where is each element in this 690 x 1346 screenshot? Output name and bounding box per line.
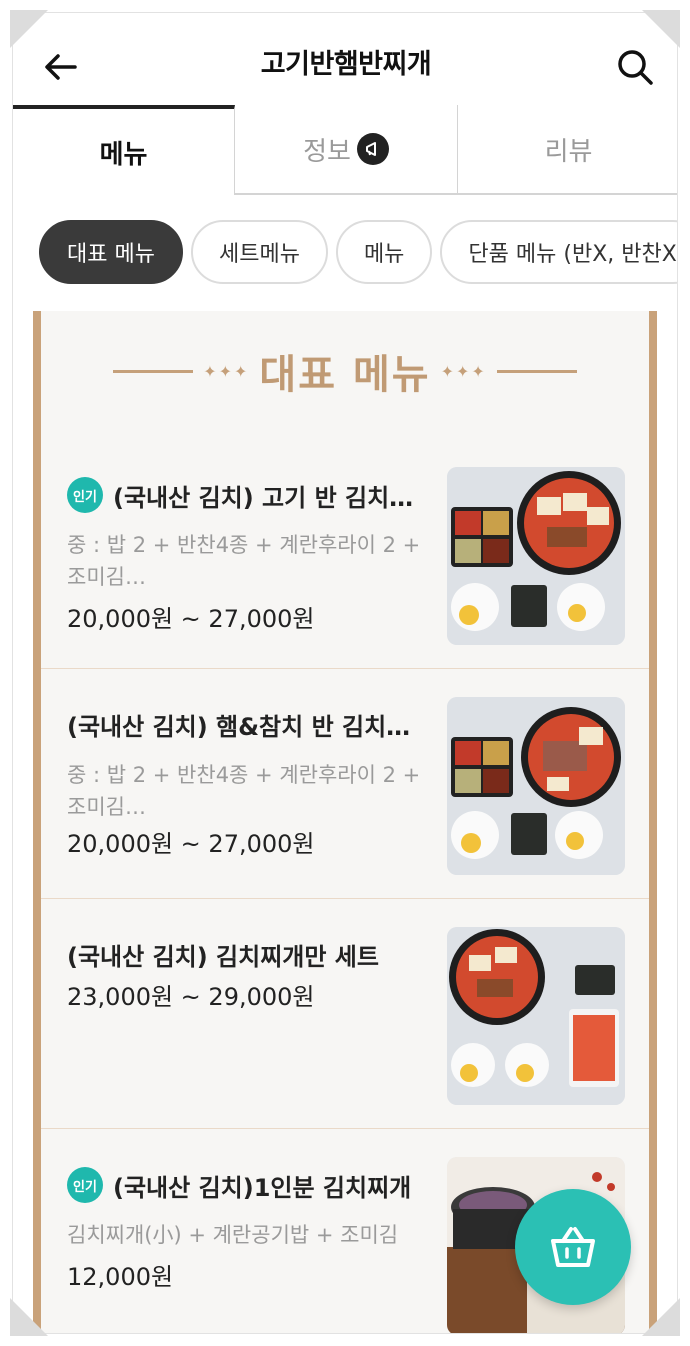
menu-item[interactable]: (국내산 김치) 햄&참치 반 김치찌개 중 : 밥 2 + 반찬4종 + 계란… <box>41 669 649 899</box>
divider <box>113 369 194 373</box>
divider <box>496 369 577 373</box>
arrow-left-icon[interactable] <box>41 47 81 87</box>
popular-badge: 인기 <box>67 1167 103 1203</box>
menu-item-title: (국내산 김치) 햄&참치 반 김치찌개 <box>67 713 427 741</box>
menu-item-photo <box>447 467 625 645</box>
megaphone-icon <box>356 133 389 165</box>
page-title: 고기반햄반찌개 <box>260 48 432 80</box>
menu-item-price: 20,000원 ~ 27,000원 <box>67 605 315 633</box>
ornament: ✦✦✦ <box>203 361 250 381</box>
search-icon[interactable] <box>615 47 655 87</box>
tab-review[interactable]: 리뷰 <box>457 105 677 195</box>
app-frame: 고기반햄반찌개 메뉴 정보 리뷰 대표 메뉴 세트메뉴 메뉴 단품 메뉴 (반X… <box>12 12 678 1334</box>
tab-menu-label: 메뉴 <box>99 139 148 170</box>
section-header: ✦✦✦ 대표 메뉴 ✦✦✦ <box>41 339 649 403</box>
popular-badge: 인기 <box>67 477 103 513</box>
menu-item-photo <box>447 697 625 875</box>
menu-item-desc: 중 : 밥 2 + 반찬4종 + 계란후라이 2 + 조미김… <box>67 763 421 819</box>
menu-item-title: (국내산 김치) 고기 반 김치찌개 <box>113 483 427 512</box>
menu-item-photo <box>447 927 625 1105</box>
menu-item-title: (국내산 김치)1인분 김치찌개 <box>113 1173 412 1202</box>
basket-icon <box>551 1227 595 1267</box>
menu-board: ✦✦✦ 대표 메뉴 ✦✦✦ 인기 (국내산 김치) 고기 반 김치찌개 중 : … <box>33 311 657 1333</box>
menu-item[interactable]: (국내산 김치) 김치찌개만 세트 23,000원 ~ 29,000원 <box>41 899 649 1129</box>
menu-item-name: (국내산 김치) 햄&참치 반 김치찌개 <box>67 707 427 742</box>
menu-item-name: 인기 (국내산 김치) 고기 반 김치찌개 <box>67 477 427 513</box>
category-chips: 대표 메뉴 세트메뉴 메뉴 단품 메뉴 (반X, 반찬X <box>39 220 677 284</box>
menu-item-name: (국내산 김치) 김치찌개만 세트 <box>67 937 427 972</box>
chip-set-menu[interactable]: 세트메뉴 <box>190 220 328 284</box>
menu-item-price: 23,000원 ~ 29,000원 <box>67 983 315 1011</box>
menu-item-price: 12,000원 <box>67 1263 174 1291</box>
chip-menu[interactable]: 메뉴 <box>335 220 433 284</box>
app-header: 고기반햄반찌개 <box>13 13 677 109</box>
chip-single-menu[interactable]: 단품 메뉴 (반X, 반찬X <box>440 220 677 284</box>
menu-item[interactable]: 인기 (국내산 김치) 고기 반 김치찌개 중 : 밥 2 + 반찬4종 + 계… <box>41 439 649 669</box>
menu-item-title: (국내산 김치) 김치찌개만 세트 <box>67 943 379 971</box>
menu-item-desc: 중 : 밥 2 + 반찬4종 + 계란후라이 2 + 조미김… <box>67 533 421 589</box>
tab-bar: 메뉴 정보 리뷰 <box>13 105 677 195</box>
menu-item-desc: 김치찌개(小) + 계란공기밥 + 조미김 <box>67 1223 399 1247</box>
menu-item-name: 인기 (국내산 김치)1인분 김치찌개 <box>67 1167 427 1203</box>
tab-info-label: 정보 <box>303 136 351 167</box>
tab-menu[interactable]: 메뉴 <box>13 105 235 195</box>
cart-button[interactable] <box>515 1189 631 1305</box>
chip-featured-menu[interactable]: 대표 메뉴 <box>39 220 183 284</box>
tab-info[interactable]: 정보 <box>235 105 457 195</box>
tab-review-label: 리뷰 <box>544 136 593 167</box>
ornament: ✦✦✦ <box>440 361 487 381</box>
section-title: 대표 메뉴 <box>259 352 431 398</box>
menu-item-price: 20,000원 ~ 27,000원 <box>67 830 315 858</box>
